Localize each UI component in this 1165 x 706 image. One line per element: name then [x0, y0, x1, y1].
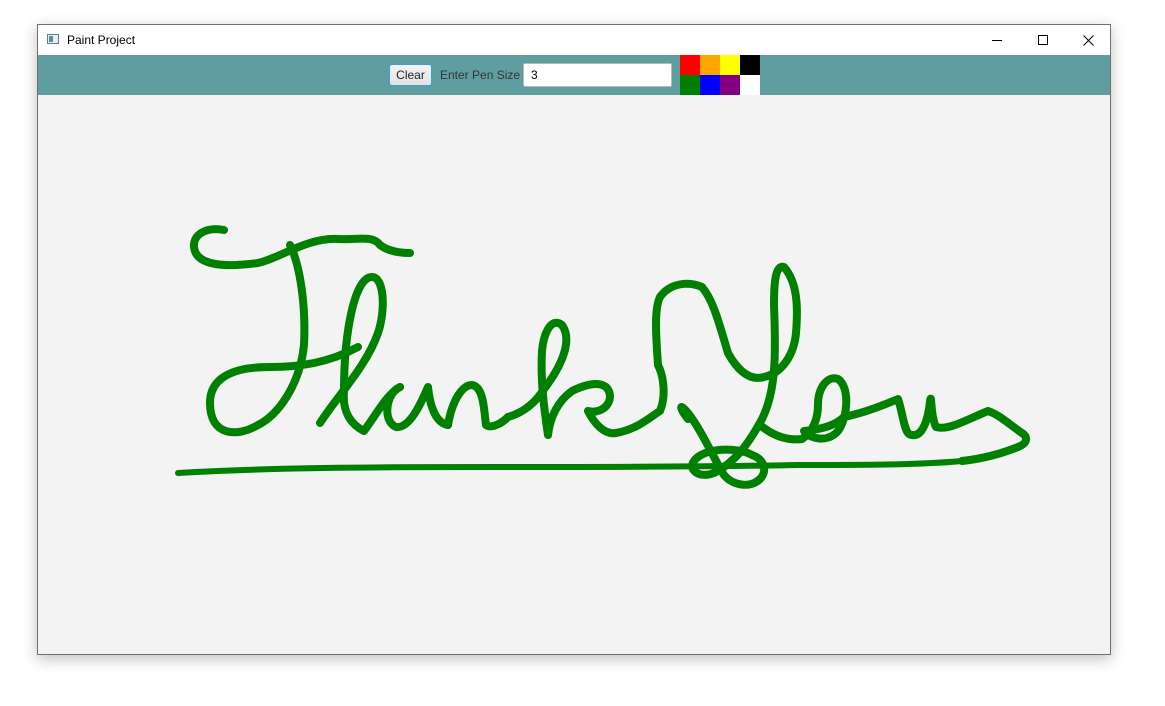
pen-size-input[interactable] — [523, 63, 672, 87]
minimize-icon — [991, 39, 1002, 41]
swatch-white[interactable] — [740, 75, 760, 95]
app-window: Paint Project Clear Enter Pen Size — [37, 24, 1111, 655]
thank-you-drawing — [175, 225, 1031, 489]
title-bar[interactable]: Paint Project — [38, 25, 1110, 55]
toolbar: Clear Enter Pen Size — [38, 55, 1110, 95]
swatch-orange[interactable] — [700, 55, 720, 75]
drawing-canvas[interactable] — [38, 95, 1110, 654]
pen-size-label: Enter Pen Size — [440, 68, 521, 82]
close-icon — [1082, 34, 1094, 46]
color-palette — [680, 55, 760, 95]
maximize-button[interactable] — [1020, 25, 1066, 55]
minimize-button[interactable] — [974, 25, 1020, 55]
swatch-green[interactable] — [680, 75, 700, 95]
paint-app-icon — [47, 34, 59, 44]
maximize-icon — [1037, 34, 1048, 45]
swatch-blue[interactable] — [700, 75, 720, 95]
swatch-black[interactable] — [740, 55, 760, 75]
close-button[interactable] — [1065, 25, 1111, 55]
window-title: Paint Project — [67, 33, 136, 47]
clear-button[interactable]: Clear — [389, 64, 432, 86]
swatch-yellow[interactable] — [720, 55, 740, 75]
swatch-purple[interactable] — [720, 75, 740, 95]
swatch-red[interactable] — [680, 55, 700, 75]
